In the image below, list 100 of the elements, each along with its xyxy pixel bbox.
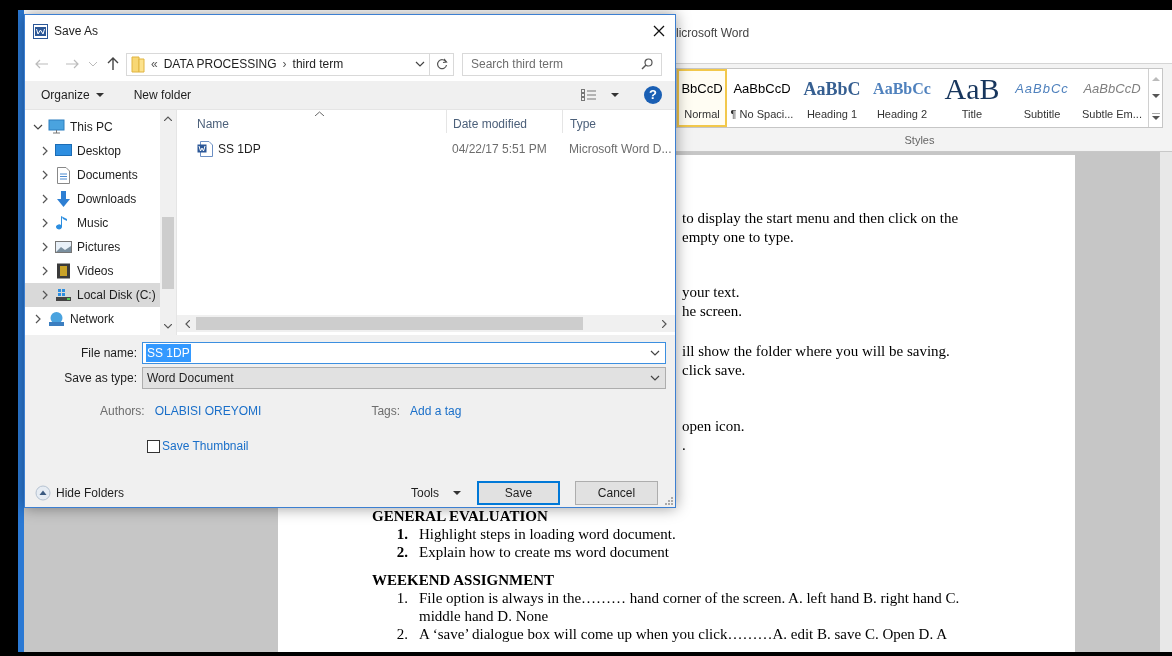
downloads-icon [55, 190, 72, 208]
section-heading: GENERAL EVALUATION [372, 507, 548, 525]
more-styles-icon[interactable] [1151, 113, 1160, 121]
scroll-left-icon [185, 319, 190, 328]
nav-tree-item[interactable]: Desktop [25, 139, 160, 163]
save-as-type-dropdown[interactable]: Word Document [142, 367, 666, 389]
refresh-button[interactable] [430, 52, 454, 76]
organize-button[interactable]: Organize [41, 86, 104, 104]
hide-folders-button[interactable]: Hide Folders [35, 484, 125, 502]
scroll-down-icon[interactable] [164, 324, 172, 329]
tools-button[interactable]: Tools [411, 484, 461, 502]
text-line: ill show the folder where you will be saving. [682, 342, 950, 361]
collapsed-chevron-icon[interactable] [40, 242, 50, 252]
style-option[interactable]: BbCcD Normal [677, 69, 727, 127]
column-header[interactable]: Name [177, 109, 446, 133]
documents-icon [55, 166, 72, 184]
scrollbar[interactable] [160, 110, 176, 335]
dialog-title: Save As [54, 23, 99, 40]
field-label: Tags: [371, 403, 401, 420]
refresh-icon [435, 58, 448, 70]
style-option[interactable]: AaBbCc Subtitle [1007, 69, 1077, 127]
field-label: Authors: [100, 403, 145, 420]
collapse-icon [35, 485, 51, 501]
nav-tree-item[interactable]: Network [25, 307, 160, 331]
text-line: to display the start menu and then click on the [682, 209, 959, 228]
window-title: licrosoft Word [676, 26, 750, 40]
text-line: . [682, 436, 686, 455]
collapsed-chevron-icon[interactable] [40, 266, 50, 276]
list-text: File option is always in the……… hand corner of the screen. A. left hand B. right hand C. middle hand D. None [419, 589, 961, 625]
text-line: click save. [682, 361, 746, 380]
breadcrumb-segment[interactable]: third term [292, 55, 344, 73]
nav-tree-item[interactable]: This PC [25, 115, 160, 139]
file-name-cell-text: SS 1DP [218, 141, 261, 158]
resize-grip-icon[interactable] [665, 497, 673, 505]
save-button[interactable]: Save [477, 481, 560, 505]
close-icon[interactable] [653, 25, 665, 37]
type-cell-text: Microsoft Word D... [568, 141, 673, 158]
nav-tree-item[interactable]: Videos [25, 259, 160, 283]
scroll-up-icon [164, 116, 172, 121]
expanded-chevron-icon[interactable] [33, 122, 43, 132]
search-field[interactable]: Search third term [462, 52, 662, 76]
nav-tree-item[interactable]: Local Disk (C:) [25, 283, 160, 307]
nav-tree-item[interactable]: Music [25, 211, 160, 235]
collapsed-chevron-icon[interactable] [40, 218, 50, 228]
search-input[interactable]: Search third term [471, 55, 641, 73]
breadcrumb-separator[interactable]: › [282, 55, 287, 73]
collapsed-chevron-icon[interactable] [40, 146, 50, 156]
list-number: 1. [395, 525, 409, 543]
scroll-thumb[interactable] [196, 317, 583, 330]
list-number: 1. [395, 589, 409, 608]
videos-icon [55, 262, 72, 280]
file-row[interactable]: SS 1DP 04/22/17 5:51 PM Microsoft Word D... [177, 138, 675, 160]
disk-icon [55, 286, 72, 304]
section-heading: WEEKEND ASSIGNMENT [372, 571, 555, 589]
scrollbar[interactable] [177, 315, 675, 332]
style-option[interactable]: AaB Title [937, 69, 1007, 127]
caret-icon[interactable] [611, 93, 619, 97]
caret-icon [95, 93, 104, 97]
up-arrow-icon[interactable] [107, 57, 119, 71]
nav-tree-item[interactable]: Documents [25, 163, 160, 187]
address-bar[interactable]: « DATA PROCESSING › third term [126, 52, 430, 76]
overflow-chevrons[interactable]: « [151, 55, 158, 73]
nav-tree-item[interactable]: Downloads [25, 187, 160, 211]
checkbox-label[interactable]: Save Thumbnail [162, 437, 249, 455]
scroll-down-icon[interactable] [1151, 94, 1160, 100]
column-header[interactable]: Date modified [446, 109, 562, 133]
view-options-icon[interactable] [581, 89, 597, 101]
add-tag-link[interactable]: Add a tag [410, 402, 462, 420]
help-button[interactable]: ? [644, 86, 662, 104]
authors-link[interactable]: OLABISI OREYOMI [154, 402, 262, 420]
word-document-icon [197, 141, 213, 157]
cancel-button[interactable]: Cancel [575, 481, 658, 505]
field-label: File name: [79, 345, 138, 362]
checkbox[interactable] [147, 439, 160, 453]
style-option[interactable]: AaBbCc Heading 2 [867, 69, 937, 127]
style-option[interactable]: AaBbCcD Subtle Em... [1077, 69, 1147, 127]
text-line: your text. [682, 283, 740, 302]
group-label: Styles [903, 133, 936, 148]
text-line: he screen. [682, 302, 742, 321]
folder-icon [131, 55, 145, 73]
style-option[interactable]: AaBbC Heading 1 [797, 69, 867, 127]
collapsed-chevron-icon[interactable] [33, 314, 43, 324]
new-folder-button[interactable]: New folder [133, 86, 192, 104]
list-text: Highlight steps in loading word document. [419, 525, 677, 543]
date-cell-text: 04/22/17 5:51 PM [451, 141, 548, 158]
nav-tree-item[interactable]: Pictures [25, 235, 160, 259]
column-header[interactable]: Type [562, 109, 675, 133]
network-icon [48, 310, 65, 328]
list-number: 2. [395, 543, 409, 561]
scroll-thumb[interactable] [162, 217, 174, 289]
scroll-right-icon[interactable] [662, 319, 667, 328]
collapsed-chevron-icon[interactable] [40, 194, 50, 204]
caret-icon [453, 491, 461, 495]
breadcrumb-segment[interactable]: DATA PROCESSING [163, 55, 277, 73]
style-option[interactable]: AaBbCcD ¶ No Spaci... [727, 69, 797, 127]
collapsed-chevron-icon[interactable] [40, 170, 50, 180]
collapsed-chevron-icon[interactable] [40, 290, 50, 300]
pictures-icon [55, 238, 72, 256]
pc-icon [48, 118, 65, 136]
text-line: open icon. [682, 417, 745, 436]
